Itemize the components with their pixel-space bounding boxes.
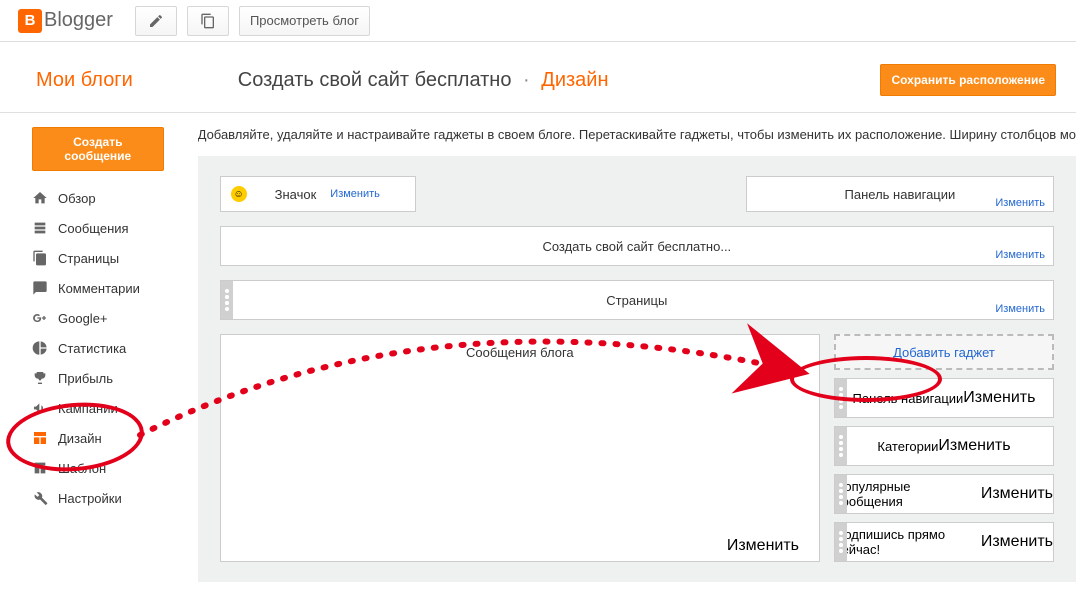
- drag-handle-icon[interactable]: [835, 475, 847, 513]
- save-label: Сохранить расположение: [891, 73, 1045, 87]
- favicon-slot[interactable]: ☺ Значок Изменить: [220, 176, 416, 212]
- widget-edit-link[interactable]: Изменить: [981, 533, 1053, 551]
- sidebar-item-settings[interactable]: Настройки: [32, 483, 164, 513]
- trophy-icon: [32, 370, 48, 386]
- chat-icon: [32, 280, 48, 296]
- title-row: Мои блоги Создать свой сайт бесплатно · …: [0, 42, 1076, 106]
- copy-icon: [200, 13, 216, 29]
- blog-posts-slot[interactable]: Сообщения блога Изменить: [220, 334, 820, 562]
- blog-posts-label: Сообщения блога: [221, 335, 819, 360]
- drag-handle-icon[interactable]: [835, 427, 847, 465]
- compose-button[interactable]: [135, 6, 177, 36]
- blog-name: Создать свой сайт бесплатно: [238, 69, 512, 91]
- sidebar-item-pages[interactable]: Страницы: [32, 243, 164, 273]
- template-icon: [32, 460, 48, 476]
- document-icon: [32, 220, 48, 236]
- posts-list-button[interactable]: [187, 6, 229, 36]
- sidebar-nav: Обзор Сообщения Страницы Комментарии Goo…: [32, 183, 164, 513]
- pencil-icon: [148, 13, 164, 29]
- sidebar-item-stats[interactable]: Статистика: [32, 333, 164, 363]
- sidebar-item-earnings[interactable]: Прибыль: [32, 363, 164, 393]
- sidebar-item-comments[interactable]: Комментарии: [32, 273, 164, 303]
- sidebar-item-googleplus[interactable]: Google+: [32, 303, 164, 333]
- view-blog-button[interactable]: Просмотреть блог: [239, 6, 370, 36]
- view-blog-label: Просмотреть блог: [250, 13, 359, 28]
- pages-edit-link[interactable]: Изменить: [995, 303, 1045, 315]
- save-arrangement-button[interactable]: Сохранить расположение: [880, 64, 1056, 96]
- blogger-logo-text: Blogger: [44, 9, 113, 32]
- home-icon: [32, 190, 48, 206]
- sidebar-item-campaigns[interactable]: Кампании: [32, 393, 164, 423]
- favicon-label: Значок: [275, 187, 317, 202]
- blogger-logo-mark: B: [18, 9, 42, 33]
- pages-icon: [32, 250, 48, 266]
- widget-categories[interactable]: КатегорииИзменить: [834, 426, 1054, 466]
- pages-label: Страницы: [606, 293, 667, 308]
- add-gadget-label: Добавить гаджет: [893, 345, 995, 360]
- widget-edit-link[interactable]: Изменить: [981, 485, 1053, 503]
- add-gadget-button[interactable]: Добавить гаджет: [834, 334, 1054, 370]
- header-label: Создать свой сайт бесплатно...: [542, 239, 731, 254]
- blogger-logo[interactable]: B Blogger: [18, 9, 113, 33]
- wrench-icon: [32, 490, 48, 506]
- header-slot[interactable]: Создать свой сайт бесплатно... Изменить: [220, 226, 1054, 266]
- layout-canvas: ☺ Значок Изменить Панель навигации Измен…: [198, 156, 1076, 582]
- navbar-edit-link[interactable]: Изменить: [995, 197, 1045, 209]
- intro-text: Добавляйте, удаляйте и настраивайте гадж…: [198, 127, 1076, 142]
- megaphone-icon: [32, 400, 48, 416]
- favicon-edit-link[interactable]: Изменить: [330, 188, 380, 200]
- drag-handle-icon[interactable]: [835, 379, 847, 417]
- sidebar-column: Добавить гаджет Панель навигацииИзменить…: [834, 334, 1054, 562]
- header-edit-link[interactable]: Изменить: [995, 249, 1045, 261]
- pages-slot[interactable]: Страницы Изменить: [220, 280, 1054, 320]
- breadcrumb-separator: ·: [523, 69, 530, 91]
- breadcrumb: Создать свой сайт бесплатно · Дизайн: [238, 69, 609, 92]
- create-post-button[interactable]: Создать сообщение: [32, 127, 164, 171]
- favicon-icon: ☺: [231, 186, 247, 202]
- navbar-label: Панель навигации: [845, 187, 956, 202]
- navbar-slot[interactable]: Панель навигации Изменить: [746, 176, 1054, 212]
- widget-subscribe[interactable]: Подпишись прямо сейчас!Изменить: [834, 522, 1054, 562]
- sidebar-item-template[interactable]: Шаблон: [32, 453, 164, 483]
- drag-handle-icon[interactable]: [221, 281, 233, 319]
- sidebar: Создать сообщение Обзор Сообщения Страни…: [0, 113, 164, 582]
- piechart-icon: [32, 340, 48, 356]
- breadcrumb-current: Дизайн: [541, 69, 608, 91]
- widget-edit-link[interactable]: Изменить: [963, 389, 1035, 407]
- sidebar-item-overview[interactable]: Обзор: [32, 183, 164, 213]
- layout-icon: [32, 430, 48, 446]
- sidebar-item-layout[interactable]: Дизайн: [32, 423, 164, 453]
- sidebar-item-posts[interactable]: Сообщения: [32, 213, 164, 243]
- app-header: B Blogger Просмотреть блог: [0, 0, 1076, 42]
- widget-navbar[interactable]: Панель навигацииИзменить: [834, 378, 1054, 418]
- main: Добавляйте, удаляйте и настраивайте гадж…: [164, 113, 1076, 582]
- my-blogs-link[interactable]: Мои блоги: [36, 69, 133, 92]
- create-post-label: Создать сообщение: [64, 135, 131, 163]
- drag-handle-icon[interactable]: [835, 523, 847, 561]
- gplus-icon: [32, 310, 48, 326]
- blog-posts-edit-link[interactable]: Изменить: [727, 537, 799, 555]
- widget-popular[interactable]: Популярные сообщенияИзменить: [834, 474, 1054, 514]
- widget-edit-link[interactable]: Изменить: [938, 437, 1010, 455]
